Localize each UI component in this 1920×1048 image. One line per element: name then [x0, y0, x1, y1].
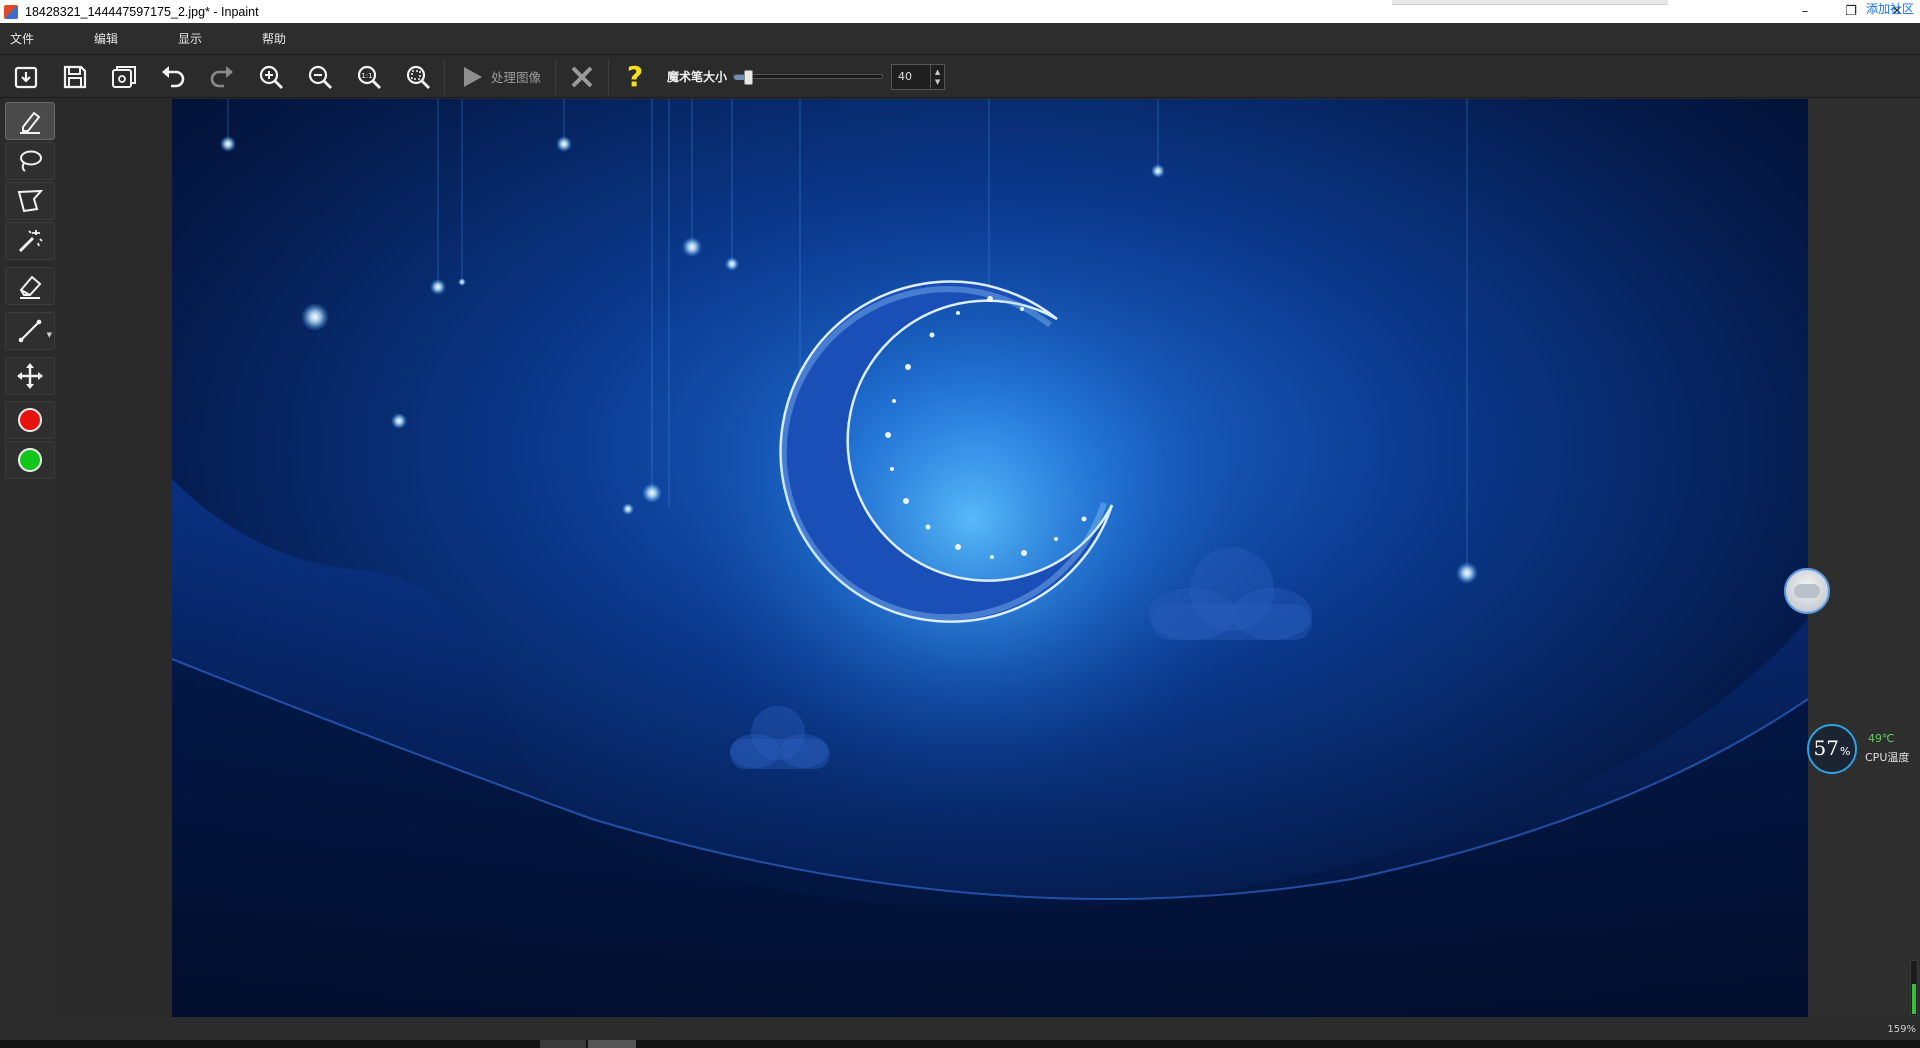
spin-down-icon[interactable]: ▼: [935, 77, 940, 87]
marker-icon: [20, 111, 41, 134]
taskbar: [0, 1040, 1920, 1048]
play-icon: [464, 66, 482, 87]
tool-panel: ▼: [0, 99, 58, 1017]
redo-button[interactable]: [202, 57, 242, 97]
toolbar-separator: [555, 58, 557, 95]
polygon-lasso-icon: [17, 189, 44, 213]
lasso-icon: [20, 150, 42, 172]
svg-text:1:1: 1:1: [361, 72, 372, 80]
marker-tool[interactable]: [5, 102, 55, 140]
minimize-button[interactable]: –: [1782, 0, 1828, 23]
green-marker-color[interactable]: [5, 441, 55, 479]
taskbar-item-active[interactable]: [588, 1040, 636, 1048]
brush-size-value[interactable]: 40: [892, 70, 930, 83]
magic-wand-tool[interactable]: [5, 222, 55, 260]
help-icon: ?: [626, 60, 644, 93]
chevron-down-icon[interactable]: ▼: [47, 331, 52, 339]
toolbar-separator: [608, 58, 610, 95]
right-margin: [1808, 99, 1920, 1017]
red-marker-color[interactable]: [5, 401, 55, 439]
cpu-usage-unit: %: [1840, 745, 1851, 758]
spin-up-icon[interactable]: ▲: [935, 67, 940, 77]
zoom-out-button[interactable]: [300, 57, 340, 97]
save-icon: [63, 65, 87, 88]
menu-file[interactable]: 文件: [0, 30, 84, 47]
redo-icon: [210, 65, 233, 87]
zoom-in-button[interactable]: [251, 57, 291, 97]
open-button[interactable]: [6, 57, 46, 97]
window-title: 18428321_144447597175_2.jpg* - Inpaint: [25, 4, 259, 19]
zoom-actual-button[interactable]: 1:1: [349, 57, 389, 97]
menu-view[interactable]: 显示: [168, 30, 252, 47]
undo-button[interactable]: [153, 57, 193, 97]
lasso-tool[interactable]: [5, 142, 55, 180]
menu-bar: 文件 编辑 显示 帮助: [0, 23, 1920, 55]
menu-edit[interactable]: 编辑: [84, 30, 168, 47]
app-icon: [4, 4, 18, 19]
assistant-ball[interactable]: [1784, 568, 1830, 614]
robot-face-icon: [1794, 584, 1820, 598]
cpu-monitor-widget[interactable]: 57 % 49℃ CPU温度: [1807, 724, 1920, 774]
cpu-temperature-label: CPU温度: [1865, 751, 1910, 764]
spin-arrows[interactable]: ▲ ▼: [930, 64, 944, 89]
toolbar: 1:1 处理图像 ? 魔术笔大小 40 ▲ ▼: [0, 56, 1920, 98]
moon-wallpaper-image: [172, 99, 1808, 1017]
eraser-icon: [19, 275, 42, 299]
help-button[interactable]: ?: [615, 57, 655, 97]
zoom-fit-icon: [406, 65, 430, 89]
taskbar-item[interactable]: [540, 1040, 586, 1048]
toolbar-separator: [444, 58, 445, 95]
overlay-popup-edge: [1392, 0, 1668, 5]
zoom-fit-button[interactable]: [398, 57, 438, 97]
title-bar: 18428321_144447597175_2.jpg* - Inpaint –…: [0, 0, 1920, 23]
guide-line-tool[interactable]: ▼: [5, 312, 55, 350]
cpu-temperature: 49℃: [1868, 732, 1895, 745]
cpu-usage-value: 57: [1813, 736, 1839, 760]
zoom-level: 159%: [1887, 1024, 1916, 1035]
undo-icon: [162, 65, 185, 87]
cpu-usage-ring: 57 %: [1807, 724, 1857, 774]
save-button[interactable]: [55, 57, 95, 97]
red-color-swatch: [18, 408, 42, 432]
image-canvas[interactable]: [172, 99, 1808, 1017]
brush-size-label: 魔术笔大小: [667, 70, 728, 84]
zoom-in-icon: [259, 65, 283, 89]
open-file-icon: [14, 66, 38, 88]
brush-size-spinbox[interactable]: 40 ▲ ▼: [891, 63, 946, 90]
process-image-button[interactable]: 处理图像: [451, 57, 549, 97]
zoom-out-icon: [308, 65, 332, 89]
tray-link[interactable]: 添加社区: [1866, 0, 1914, 17]
magic-wand-icon: [18, 230, 43, 253]
slider-thumb[interactable]: [744, 69, 754, 85]
process-image-label: 处理图像: [491, 70, 542, 85]
batch-icon: [112, 65, 136, 88]
brush-size-slider[interactable]: [733, 66, 884, 88]
slider-track: [733, 74, 884, 79]
cancel-icon: [571, 66, 593, 87]
move-icon: [17, 363, 43, 389]
level-meter-fill: [1912, 984, 1916, 1014]
polygon-lasso-tool[interactable]: [5, 182, 55, 220]
eraser-tool[interactable]: [5, 267, 55, 305]
zoom-actual-icon: 1:1: [357, 65, 381, 89]
move-tool[interactable]: [5, 357, 55, 395]
green-color-swatch: [18, 448, 42, 472]
level-meter: [1910, 960, 1918, 1016]
menu-help[interactable]: 帮助: [252, 30, 336, 47]
batch-button[interactable]: [104, 57, 144, 97]
cancel-button[interactable]: [562, 57, 602, 97]
inpaint-window: 18428321_144447597175_2.jpg* - Inpaint –…: [0, 0, 1920, 1048]
line-icon: [18, 319, 42, 343]
